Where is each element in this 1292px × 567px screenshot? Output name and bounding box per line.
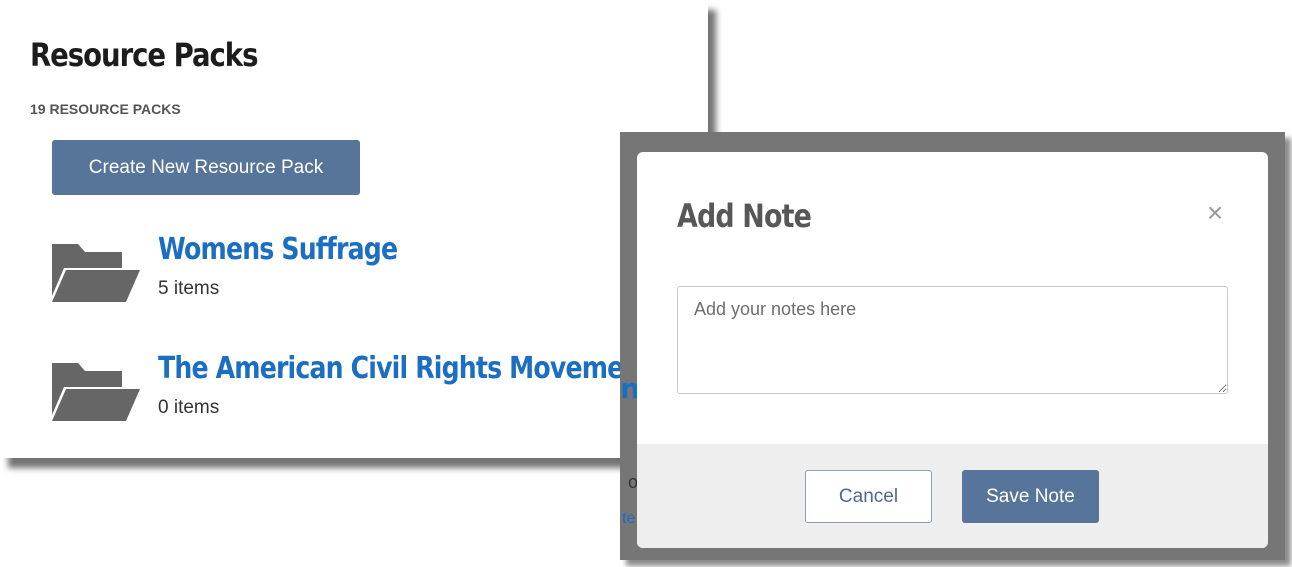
folder-icon [52, 363, 140, 421]
create-resource-pack-button[interactable]: Create New Resource Pack [52, 140, 360, 195]
list-item: The American Civil Rights Moveme 0 items [48, 351, 688, 431]
item-count: 5 items [158, 278, 220, 299]
resource-pack-link[interactable]: Womens Suffrage [158, 232, 398, 267]
modal-backdrop: n's o te Add Note × Cancel Save Note [620, 132, 1285, 560]
close-icon[interactable]: × [1200, 198, 1230, 228]
note-textarea[interactable] [677, 286, 1228, 394]
cancel-button[interactable]: Cancel [805, 470, 932, 523]
background-text-fragment: te [622, 510, 636, 527]
save-note-button[interactable]: Save Note [962, 470, 1099, 523]
list-item: Womens Suffrage 5 items [48, 232, 688, 312]
modal-title: Add Note [677, 197, 812, 235]
resource-pack-link[interactable]: The American Civil Rights Moveme [158, 351, 624, 386]
resource-pack-count: 19 RESOURCE PACKS [30, 101, 181, 117]
item-count: 0 items [158, 397, 220, 418]
add-note-modal: Add Note × Cancel Save Note [637, 152, 1268, 548]
modal-footer: Cancel Save Note [637, 444, 1268, 548]
page-title: Resource Packs [30, 36, 258, 74]
folder-icon [52, 244, 140, 302]
resource-packs-panel: Resource Packs 19 RESOURCE PACKS Create … [0, 0, 708, 458]
